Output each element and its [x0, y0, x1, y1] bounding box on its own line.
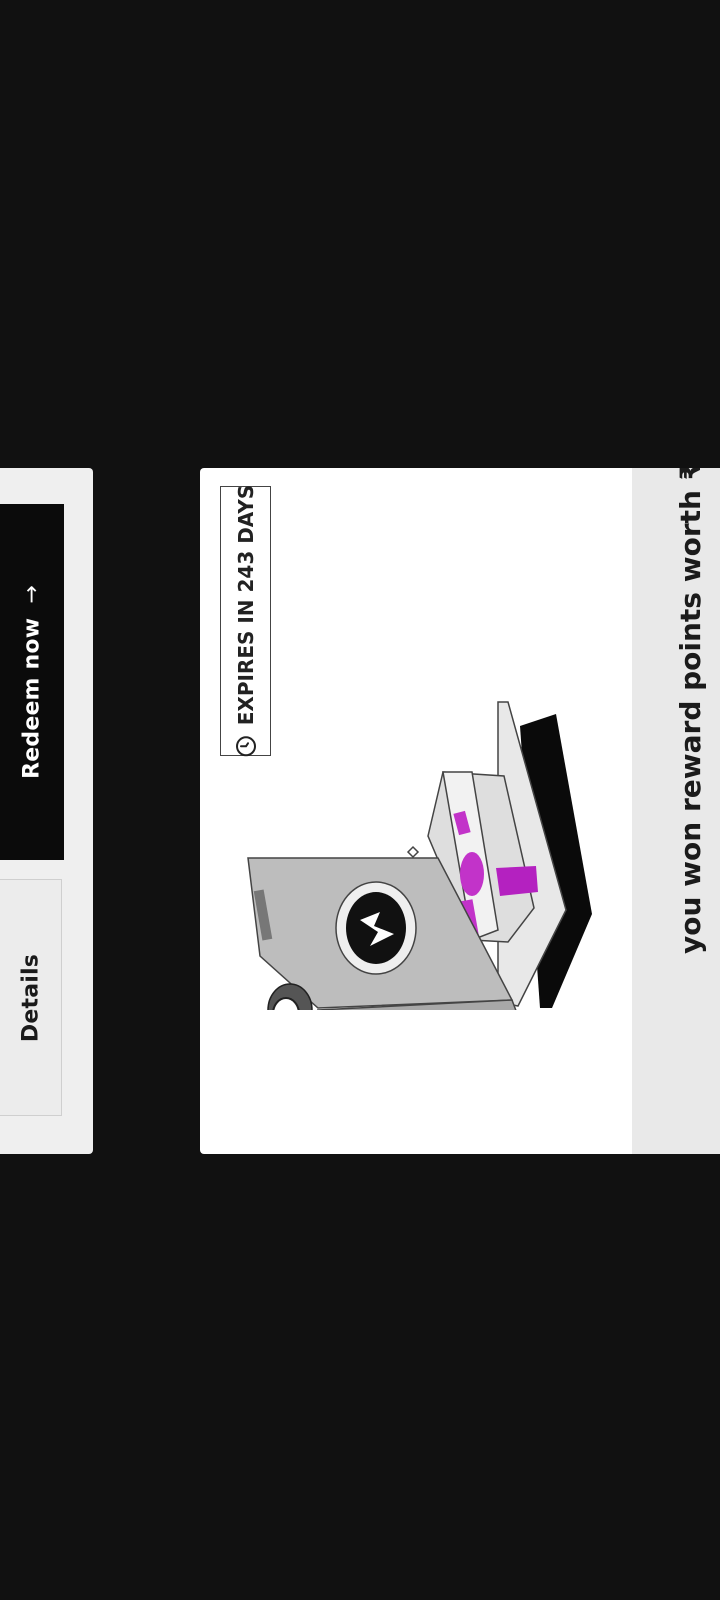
details-button[interactable]: Details — [0, 879, 62, 1116]
reward-message: you won reward points worth ₹250 — [674, 468, 707, 954]
redeem-now-label: Redeem now — [19, 617, 45, 779]
redeem-now-button[interactable]: Redeem now → — [0, 504, 64, 860]
arrow-right-icon: → — [19, 585, 45, 604]
reward-message-strip: you won reward points worth ₹250 — [632, 468, 720, 1154]
reward-card[interactable]: EXPIRES IN 243 DAYS you won reward point… — [200, 468, 720, 1154]
reward-actions-card: Redeem now → Details — [0, 468, 93, 1154]
camera-charger-illustration — [247, 701, 592, 1010]
details-label: Details — [18, 953, 43, 1042]
